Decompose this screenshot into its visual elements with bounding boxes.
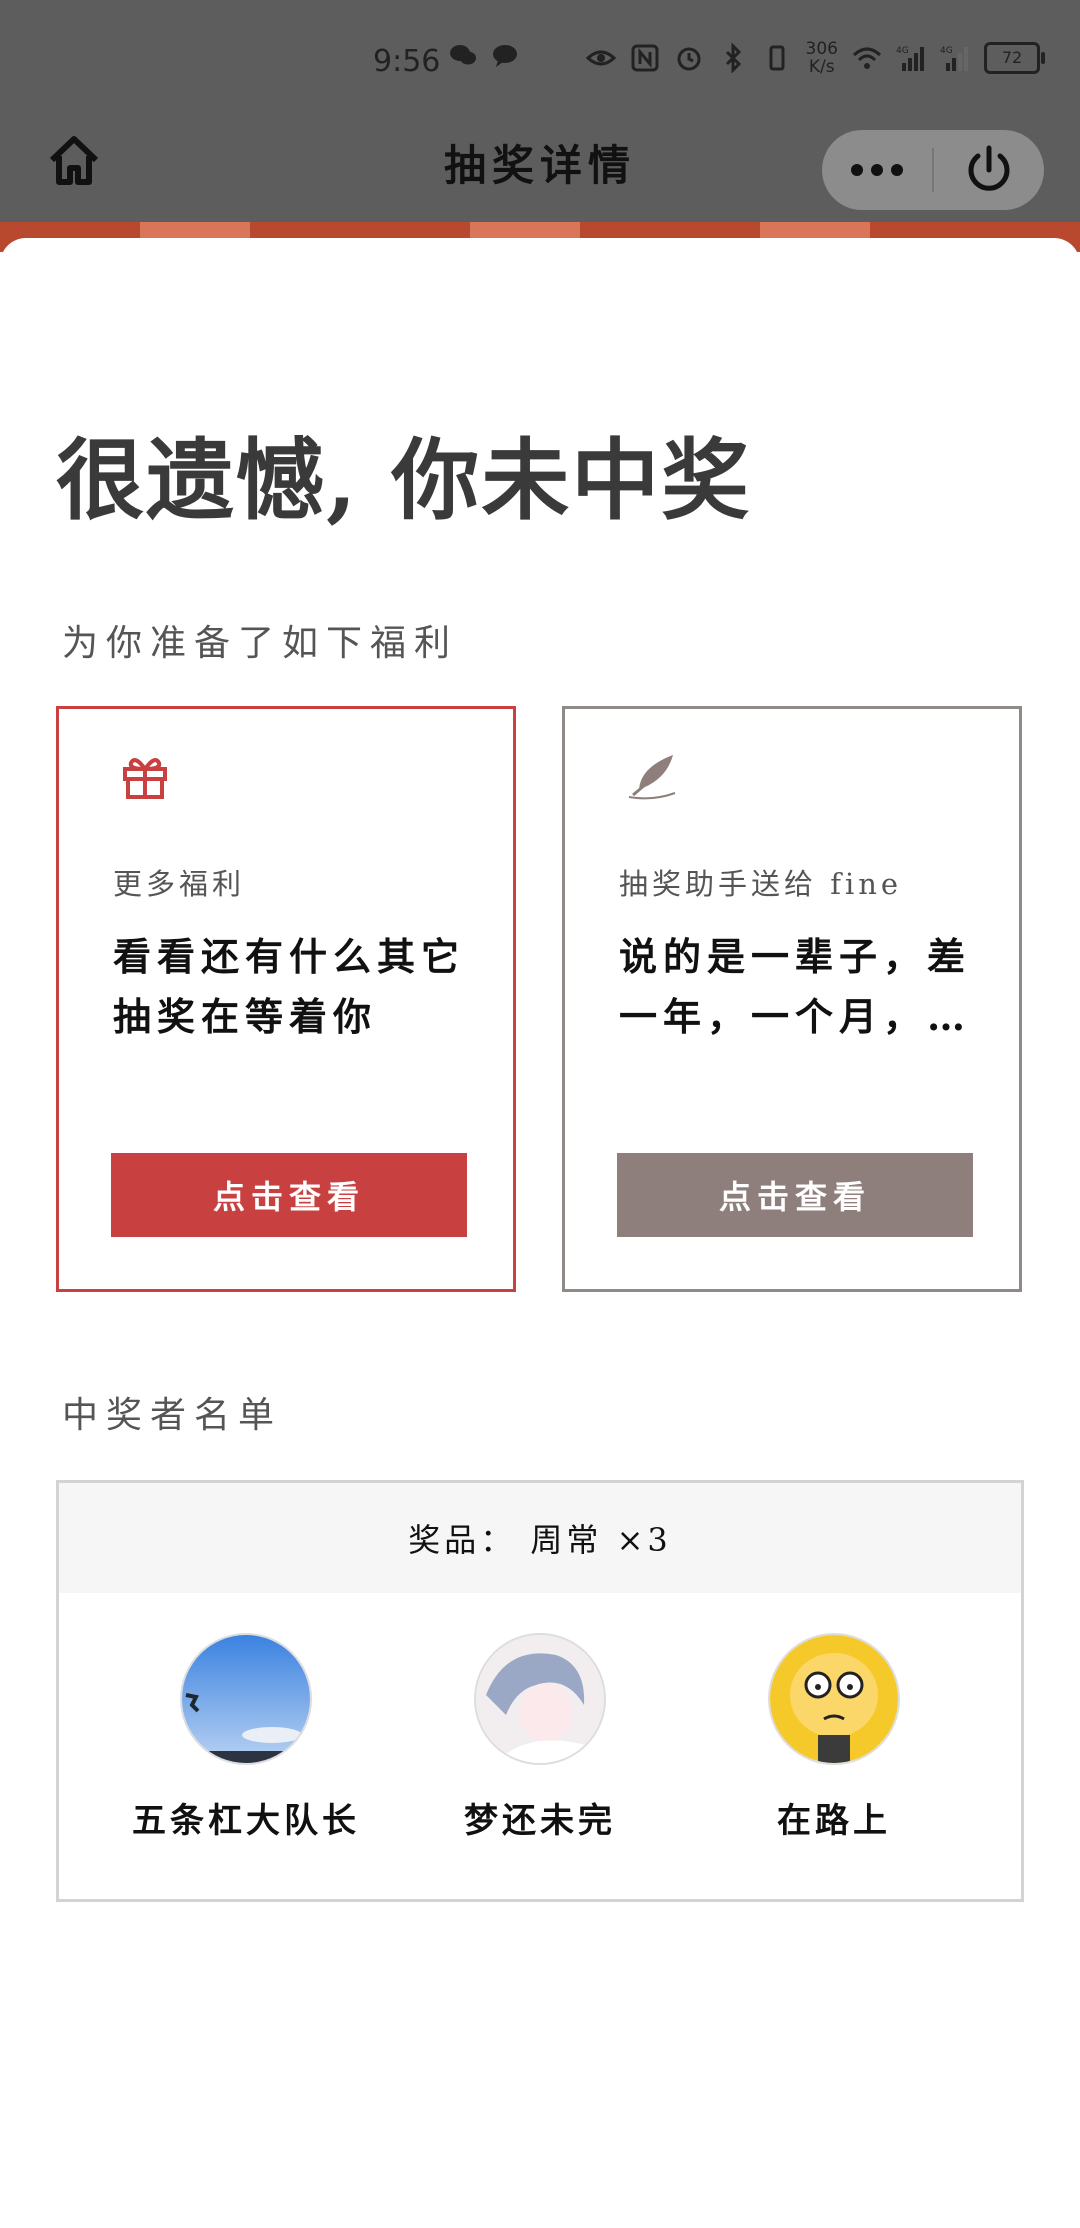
- bluetooth-icon: [725, 43, 741, 73]
- winner-item[interactable]: 梦还未完: [393, 1593, 687, 1842]
- avatar: [180, 1633, 312, 1765]
- nfc-icon: [631, 44, 659, 72]
- eye-icon: [585, 50, 616, 66]
- prize-info: 奖品： 周常 ×3: [59, 1483, 1021, 1593]
- power-icon: [968, 145, 1010, 191]
- feather-icon: [628, 755, 676, 800]
- svg-text:4G: 4G: [940, 46, 953, 56]
- view-message-button[interactable]: 点击查看: [617, 1153, 973, 1237]
- signal-4g-icon-2: 4G: [940, 46, 968, 71]
- wechat-icon: [450, 45, 476, 65]
- gift-icon: [123, 758, 167, 799]
- winner-item[interactable]: 五条杠大队长: [99, 1593, 393, 1842]
- card-subtitle: 抽奖助手送给 fine: [619, 867, 903, 901]
- winner-item[interactable]: 在路上: [687, 1593, 981, 1842]
- more-dots-icon: [851, 164, 903, 176]
- result-sheet: 很遗憾, 你未中奖 为你准备了如下福利 更多福利 看看还有什么其它抽奖在等着你 …: [0, 238, 1080, 2228]
- winner-name: 在路上: [777, 1801, 891, 1841]
- card-description: 看看还有什么其它抽奖在等着你: [113, 934, 466, 1039]
- result-headline: 很遗憾, 你未中奖: [56, 428, 752, 532]
- status-bar: 9:56 306 K/s 4G 4G 72: [0, 0, 1080, 126]
- winner-name: 五条杠大队长: [132, 1801, 360, 1841]
- notification-icons: [448, 40, 520, 70]
- wifi-icon: [852, 47, 882, 69]
- svg-text:4G: 4G: [896, 46, 909, 56]
- avatar: [768, 1633, 900, 1765]
- mini-program-capsule: [822, 130, 1044, 210]
- network-speed: 306 K/s: [805, 39, 838, 77]
- assistant-message-card[interactable]: 抽奖助手送给 fine 说的是一辈子，差一年，一个月，… 点击查看: [562, 706, 1022, 1292]
- card-description: 说的是一辈子，差一年，一个月，…: [619, 934, 972, 1039]
- card-subtitle: 更多福利: [113, 867, 246, 901]
- winners-list: 奖品： 周常 ×3 五条杠大队长 梦还未完 在路上: [56, 1480, 1024, 1902]
- more-button[interactable]: [822, 130, 932, 210]
- battery-indicator: 72: [984, 42, 1045, 74]
- benefits-label: 为你准备了如下福利: [62, 623, 459, 664]
- winner-name: 梦还未完: [464, 1801, 616, 1841]
- system-icons: 306 K/s 4G 4G 72: [585, 39, 1045, 77]
- status-time: 9:56: [373, 44, 441, 79]
- close-button[interactable]: [934, 130, 1044, 210]
- view-more-button[interactable]: 点击查看: [111, 1153, 467, 1237]
- avatar: [474, 1633, 606, 1765]
- more-benefits-card[interactable]: 更多福利 看看还有什么其它抽奖在等着你 点击查看: [56, 706, 516, 1292]
- message-icon: [493, 45, 517, 67]
- signal-4g-icon: 4G: [896, 46, 924, 71]
- alarm-icon: [677, 47, 701, 71]
- winners-label: 中奖者名单: [62, 1395, 283, 1436]
- vibrate-icon: [769, 45, 785, 71]
